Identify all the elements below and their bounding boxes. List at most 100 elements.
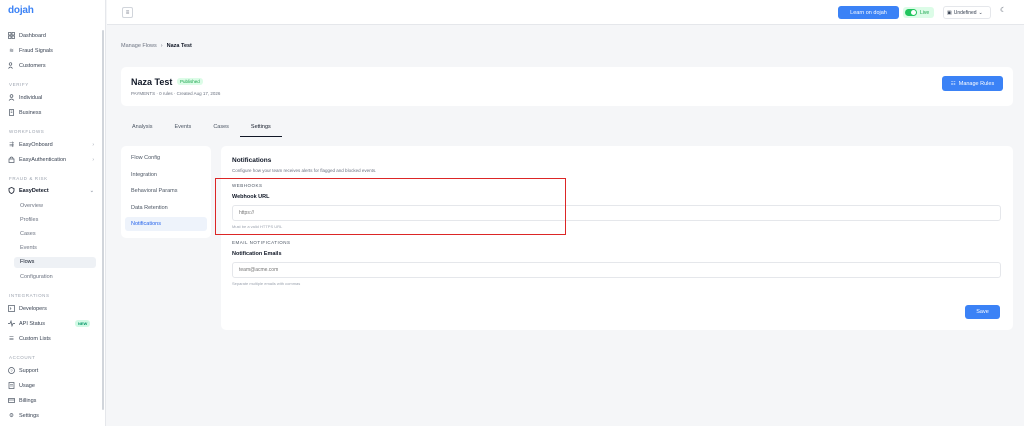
highlight-box (215, 178, 566, 235)
sidebar-item-easydetect[interactable]: EasyDetect ⌄ (8, 187, 98, 194)
breadcrumb-parent[interactable]: Manage Flows (121, 43, 157, 49)
sidebar-item-label: Developers (19, 305, 47, 312)
building-icon (8, 109, 15, 116)
sidebar-item-label: EasyOnboard (19, 141, 53, 148)
sidebar-item-individual[interactable]: Individual (8, 94, 98, 101)
settings-nav-data-retention[interactable]: Data Retention (125, 201, 207, 215)
settings-nav-integration[interactable]: Integration (125, 168, 207, 182)
tab-analysis[interactable]: Analysis (121, 122, 163, 137)
sidebar-item-developers[interactable]: Developers (8, 305, 98, 312)
notification-emails-input[interactable] (232, 262, 1001, 278)
chevron-down-icon: ⌄ (89, 187, 94, 194)
sidebar-item-label: Dashboard (19, 32, 46, 39)
tab-events[interactable]: Events (163, 122, 202, 137)
sidebar-subitem-events[interactable]: Events (20, 245, 37, 251)
sidebar-subitem-cases[interactable]: Cases (20, 231, 36, 237)
chevron-right-icon: › (92, 141, 94, 148)
sidebar-scrollbar[interactable] (102, 30, 104, 410)
tab-cases[interactable]: Cases (202, 122, 240, 137)
sidebar-item-label: Support (19, 367, 39, 374)
card-icon (8, 397, 15, 404)
sidebar-item-dashboard[interactable]: Dashboard (8, 32, 98, 39)
flow-header-card: Naza Test Published PAYMENTS · 0 rules ·… (121, 67, 1013, 106)
sidebar-item-label: Billings (19, 397, 37, 404)
pulse-icon (8, 320, 15, 327)
brand-logo[interactable]: dojah (8, 5, 34, 16)
topbar: ≡ Learn on dojah Live ▣ Undefined ⌄ ☾ (107, 0, 1024, 25)
sidebar-subitem-overview[interactable]: Overview (20, 203, 43, 209)
shield-icon (8, 187, 15, 194)
signal-icon: ≋ (9, 47, 14, 54)
sidebar-item-label: API Status (19, 320, 45, 327)
live-mode-toggle[interactable]: Live (903, 7, 934, 18)
settings-nav-behavioral-params[interactable]: Behavioral Params (125, 184, 207, 198)
sidebar-subitem-profiles[interactable]: Profiles (20, 217, 38, 223)
live-label: Live (920, 9, 930, 16)
sidebar: dojah Dashboard ≋ Fraud Signals Customer… (0, 0, 106, 426)
calendar-icon: ▣ (947, 9, 952, 16)
gear-icon: ⚙ (9, 412, 14, 419)
sidebar-item-label: Settings (19, 412, 39, 419)
sidebar-item-label: Fraud Signals (19, 47, 53, 54)
manage-rules-button[interactable]: ☷ Manage Rules (942, 76, 1003, 91)
section-label-fraud-risk: FRAUD & RISK (9, 176, 48, 181)
sidebar-item-billings[interactable]: Billings (8, 397, 98, 404)
code-icon (8, 305, 15, 312)
hamburger-icon: ≡ (125, 9, 130, 16)
sidebar-item-label: Usage (19, 382, 35, 389)
moon-icon[interactable]: ☾ (1000, 6, 1006, 14)
breadcrumb-current: Naza Test (166, 43, 192, 49)
file-icon (8, 382, 15, 389)
flow-meta: PAYMENTS · 0 rules · Created Aug 17, 202… (131, 91, 221, 96)
sidebar-item-support[interactable]: ? Support (8, 367, 98, 374)
chevron-right-icon: › (92, 156, 94, 163)
sidebar-item-easyonboard[interactable]: ⇶ EasyOnboard › (8, 141, 98, 148)
users-icon (8, 62, 15, 69)
manage-rules-label: Manage Rules (958, 80, 995, 87)
breadcrumb-separator: › (160, 43, 163, 49)
sidebar-item-easyauthentication[interactable]: EasyAuthentication › (8, 156, 98, 163)
sidebar-item-custom-lists[interactable]: ☰ Custom Lists (8, 335, 98, 342)
email-section-label: EMAIL NOTIFICATIONS (232, 240, 291, 245)
page-title: Naza Test (131, 77, 173, 87)
tab-settings[interactable]: Settings (239, 122, 282, 137)
environment-label: Undefined (953, 9, 977, 16)
section-label-account: ACCOUNT (9, 355, 36, 360)
sidebar-item-business[interactable]: Business (8, 109, 98, 116)
user-icon (8, 94, 15, 101)
status-badge: Published (177, 78, 203, 85)
notification-emails-label: Notification Emails (232, 251, 282, 257)
sidebar-item-label: EasyAuthentication (19, 156, 67, 163)
settings-nav-flow-config[interactable]: Flow Config (125, 151, 207, 165)
sidebar-item-label: Customers (19, 62, 46, 69)
section-label-verify: VERIFY (9, 82, 29, 87)
sidebar-subitem-flows[interactable]: Flows (14, 257, 96, 268)
help-icon: ? (8, 367, 15, 374)
sidebar-item-label: Business (19, 109, 42, 116)
sidebar-item-label: Custom Lists (19, 335, 51, 342)
sidebar-item-customers[interactable]: Customers (8, 62, 98, 69)
settings-nav: Flow Config Integration Behavioral Param… (121, 146, 211, 238)
save-button[interactable]: Save (965, 305, 1000, 319)
grid-icon (8, 32, 15, 39)
list-icon: ☰ (9, 335, 14, 342)
settings-nav-notifications[interactable]: Notifications (125, 217, 207, 231)
chevron-down-icon: ⌄ (978, 9, 983, 16)
lock-icon (8, 156, 15, 163)
svg-text:?: ? (10, 368, 13, 373)
sidebar-item-label: Individual (19, 94, 43, 101)
learn-on-dojah-button[interactable]: Learn on dojah (838, 6, 899, 19)
menu-toggle-button[interactable]: ≡ (122, 7, 133, 18)
sidebar-item-usage[interactable]: Usage (8, 382, 98, 389)
environment-select[interactable]: ▣ Undefined ⌄ (943, 6, 991, 19)
rules-icon: ☷ (950, 80, 956, 87)
sidebar-item-label: EasyDetect (19, 187, 49, 194)
notifications-description: Configure how your team receives alerts … (232, 168, 377, 173)
sidebar-subitem-configuration[interactable]: Configuration (20, 274, 53, 280)
section-label-integrations: INTEGRATIONS (9, 293, 50, 298)
toggle-switch-icon (905, 9, 917, 16)
sidebar-item-fraud-signals[interactable]: ≋ Fraud Signals (8, 47, 98, 54)
notifications-title: Notifications (232, 157, 272, 164)
sidebar-item-settings[interactable]: ⚙ Settings (8, 412, 98, 419)
flow-tabs: Analysis Events Cases Settings (121, 122, 282, 137)
